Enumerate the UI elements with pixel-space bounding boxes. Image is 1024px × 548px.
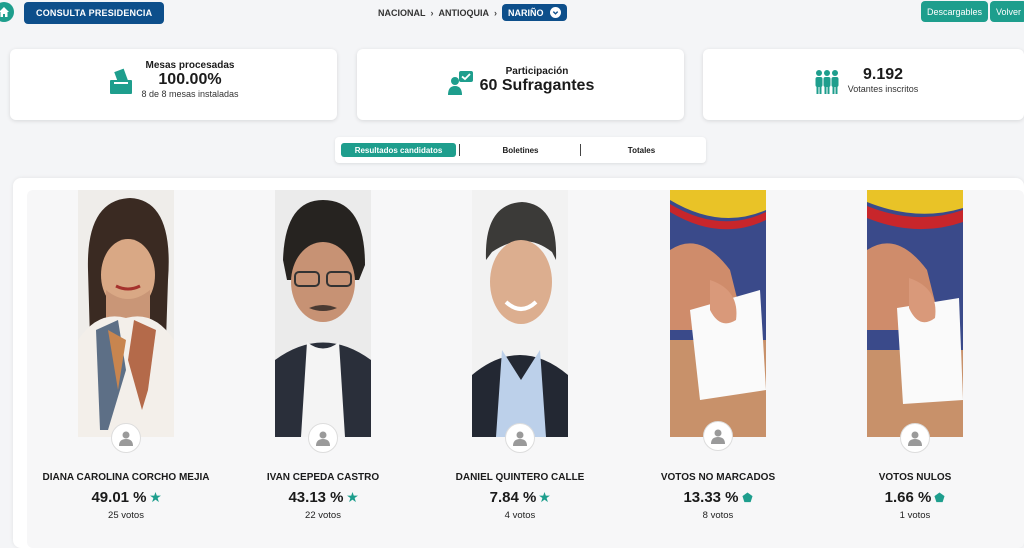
candidate-percentage: 7.84 % [420,489,620,506]
mesas-title: Mesas procesadas [145,60,235,71]
pentagon-badge-icon [934,492,945,503]
votantes-text: 9.192 Votantes inscritos [838,66,928,94]
candidate-pct-value: 13.33 % [683,489,739,506]
mesas-value: 100.00% [158,71,222,88]
star-badge-icon [149,492,161,503]
candidate-pct-value: 7.84 % [489,489,537,506]
breadcrumb-nacional[interactable]: NACIONAL [378,8,426,18]
candidate-pct-value: 43.13 % [288,489,344,506]
mesas-text: Mesas procesadas 100.00% 8 de 8 mesas in… [120,60,260,99]
candidate-name: DIANA CAROLINA CORCHO MEJIA [42,472,210,483]
volver-button[interactable]: Volver [990,1,1024,22]
results-tabs: Resultados candidatos Boletines Totales [335,137,706,163]
candidate-percentage: 43.13 % [223,489,423,506]
home-icon [0,7,9,17]
chevron-right-icon: › [430,7,434,18]
user-icon [711,429,725,444]
candidate-percentage: 13.33 % [618,489,818,506]
consulta-presidencia-button[interactable]: CONSULTA PRESIDENCIA [24,2,165,24]
tab-totales[interactable]: Totales [583,143,700,157]
candidate-votes: 22 votos [305,510,341,521]
votantes-card: 9.192 Votantes inscritos [703,49,1024,120]
participacion-title: Participación [505,66,569,77]
candidate-percentage: 49.01 % [26,489,226,506]
group-icon [815,70,839,94]
candidate-votes: 8 votos [702,510,734,521]
tab-boletines[interactable]: Boletines [462,143,579,157]
top-bar: CONSULTA PRESIDENCIA NACIONAL › ANTIOQUI… [0,0,1024,28]
candidate-photo-cepeda [275,190,371,437]
chevron-right-icon: › [494,7,497,18]
pentagon-badge-icon [741,492,753,503]
candidate-name: VOTOS NULOS [878,472,952,483]
candidate-percentage: 1.66 % [815,489,1015,506]
candidate-photo-corcho [78,190,174,437]
user-icon [316,431,330,446]
home-button[interactable] [0,2,14,22]
candidate-pct-value: 49.01 % [91,489,147,506]
candidate-name: IVAN CEPEDA CASTRO [266,472,380,483]
star-badge-icon [346,492,358,503]
ballot-photo-no-marcados [670,190,766,437]
candidate-votes: 25 votos [108,510,144,521]
participacion-value: 60 Sufragantes [479,77,595,94]
descargables-button[interactable]: Descargables [921,1,989,22]
candidate-votes: 1 votos [899,510,931,521]
participacion-text: Participación 60 Sufragantes [467,66,607,95]
avatar [505,423,535,453]
breadcrumb-narino-label: NARIÑO [508,7,544,18]
candidate-votes: 4 votos [504,510,536,521]
tab-divider [580,144,581,156]
ballot-photo-nulos [867,190,963,437]
tab-resultados-candidatos[interactable]: Resultados candidatos [341,143,456,157]
candidate-pct-value: 1.66 % [884,489,932,506]
avatar [111,423,141,453]
user-icon [513,431,527,446]
candidate-name: DANIEL QUINTERO CALLE [455,472,585,483]
avatar [703,421,733,451]
star-badge-icon [539,492,551,503]
votantes-sub: Votantes inscritos [847,84,919,94]
mesas-card: Mesas procesadas 100.00% 8 de 8 mesas in… [10,49,337,120]
chevron-down-icon [549,7,561,18]
user-icon [908,431,922,446]
candidate-name: VOTOS NO MARCADOS [660,472,776,483]
breadcrumb-narino-dropdown[interactable]: NARIÑO [502,4,567,21]
tab-divider [459,144,460,156]
votantes-value: 9.192 [862,66,904,83]
avatar [900,423,930,453]
breadcrumb: NACIONAL › ANTIOQUIA › NARIÑO [378,4,567,21]
breadcrumb-antioquia[interactable]: ANTIOQUIA [439,8,490,18]
candidate-photo-quintero [472,190,568,437]
participacion-card: Participación 60 Sufragantes [357,49,684,120]
mesas-sub: 8 de 8 mesas instaladas [141,89,239,99]
avatar [308,423,338,453]
user-icon [119,431,133,446]
